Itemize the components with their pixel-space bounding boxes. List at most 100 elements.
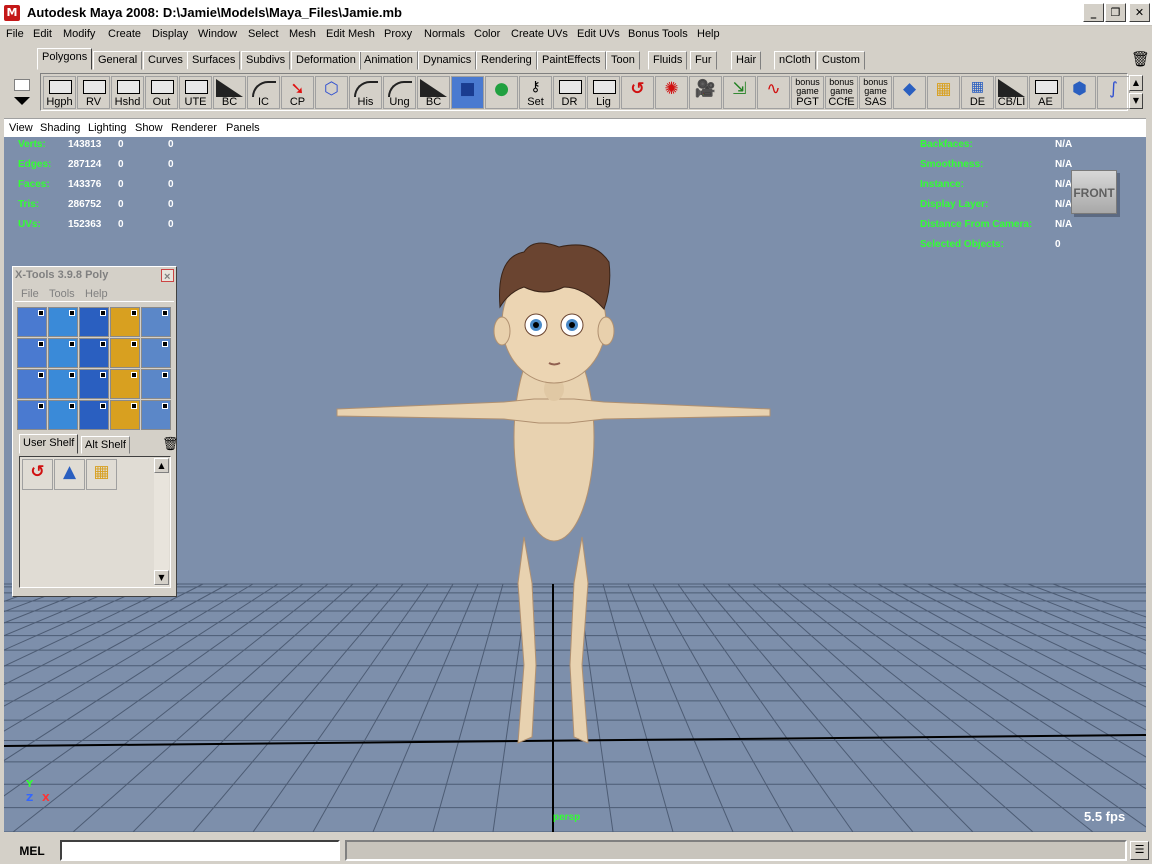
xtools-tool-button[interactable] xyxy=(17,400,47,430)
menu-bonus-tools[interactable]: Bonus Tools xyxy=(628,28,688,40)
tab-fur[interactable]: Fur xyxy=(690,51,717,70)
shelf-button-ic[interactable]: IC xyxy=(247,76,280,109)
menu-select[interactable]: Select xyxy=(248,28,279,40)
shelf-button-bc[interactable]: BC xyxy=(213,76,246,109)
menu-edit-mesh[interactable]: Edit Mesh xyxy=(326,28,375,40)
shelf-button-ute[interactable]: UTE xyxy=(179,76,212,109)
shelf-scroll-up-icon[interactable]: ▲ xyxy=(1129,75,1143,91)
tab-polygons[interactable]: Polygons xyxy=(37,48,93,70)
tab-dynamics[interactable]: Dynamics xyxy=(418,51,477,70)
mel-toggle-button[interactable]: MEL xyxy=(6,843,58,859)
xtools-menu-help[interactable]: Help xyxy=(85,288,108,300)
menu-create-uvs[interactable]: Create UVs xyxy=(511,28,568,40)
xtools-tool-button[interactable] xyxy=(48,307,78,337)
shelf-button-dr[interactable]: DR xyxy=(553,76,586,109)
xtools-tool-button[interactable] xyxy=(110,307,140,337)
xtools-tool-button[interactable] xyxy=(48,400,78,430)
shelf-button-blue-box[interactable]: ■ xyxy=(451,76,484,109)
xtools-tool-button[interactable] xyxy=(48,338,78,368)
shelf-button-splash[interactable]: ✺ xyxy=(655,76,688,109)
scroll-up-icon[interactable]: ▲ xyxy=(154,458,169,473)
menu-mesh[interactable]: Mesh xyxy=(289,28,316,40)
menu-create[interactable]: Create xyxy=(108,28,141,40)
script-editor-button[interactable]: ☰ xyxy=(1130,841,1149,860)
menu-proxy[interactable]: Proxy xyxy=(384,28,412,40)
tab-subdivs[interactable]: Subdivs xyxy=(241,51,291,70)
xtools-menu-tools[interactable]: Tools xyxy=(49,288,75,300)
shelf-button-sas[interactable]: bonus game SAS xyxy=(859,76,892,109)
shelf-button-axes[interactable]: ⇲ xyxy=(723,76,756,109)
shelf-button-de[interactable]: ▦ DE xyxy=(961,76,994,109)
xtools-tool-button[interactable] xyxy=(141,369,171,399)
close-button[interactable]: ✕ xyxy=(1129,3,1150,22)
panel-menu-shading[interactable]: Shading xyxy=(40,122,80,134)
panel-menu-renderer[interactable]: Renderer xyxy=(171,122,217,134)
xtools-tool-button[interactable] xyxy=(79,369,109,399)
tab-toon[interactable]: Toon xyxy=(606,51,640,70)
tab-animation[interactable]: Animation xyxy=(359,51,418,70)
xtools-tool-button[interactable] xyxy=(79,400,109,430)
xtools-tool-button[interactable] xyxy=(79,338,109,368)
menu-color[interactable]: Color xyxy=(474,28,500,40)
scroll-down-icon[interactable]: ▼ xyxy=(154,570,169,585)
shelf-button-ae[interactable]: AE xyxy=(1029,76,1062,109)
tab-hair[interactable]: Hair xyxy=(731,51,762,70)
shelf-button-out[interactable]: Out xyxy=(145,76,178,109)
xtools-tool-button[interactable] xyxy=(17,369,47,399)
xtools-tool-button[interactable] xyxy=(17,307,47,337)
shelf-button-select-curve[interactable]: ∫ xyxy=(1097,76,1130,109)
xtools-tool-button[interactable] xyxy=(110,369,140,399)
view-cube-front[interactable]: FRONT xyxy=(1071,170,1117,214)
shelf-button-undo[interactable]: ↺ xyxy=(621,76,654,109)
xtools-tool-button[interactable] xyxy=(17,338,47,368)
shelf-button-lig[interactable]: Lig xyxy=(587,76,620,109)
shelf-menu-arrow-icon[interactable] xyxy=(14,97,30,105)
shelf-button-ccfe[interactable]: bonus game CCfE xyxy=(825,76,858,109)
shelf-button-spheres[interactable]: ● xyxy=(485,76,518,109)
tab-fluids[interactable]: Fluids xyxy=(648,51,688,70)
xtools-tab-user-shelf[interactable]: User Shelf xyxy=(19,434,79,454)
xtools-tool-button[interactable] xyxy=(141,400,171,430)
tab-deformation[interactable]: Deformation xyxy=(291,51,361,70)
shelf-scroll[interactable]: ▲ ▼ xyxy=(1129,75,1143,109)
mel-command-input[interactable] xyxy=(60,840,340,861)
user-shelf-cone[interactable]: ▲ xyxy=(54,459,85,490)
xtools-tool-button[interactable] xyxy=(79,307,109,337)
shelf-button-blue-plane[interactable]: ◆ xyxy=(893,76,926,109)
menu-help[interactable]: Help xyxy=(697,28,720,40)
shelf-button-his[interactable]: His xyxy=(349,76,382,109)
shelf-button-wire-cube[interactable]: ⬡ xyxy=(315,76,348,109)
menu-edit-uvs[interactable]: Edit UVs xyxy=(577,28,620,40)
xtools-title-bar[interactable]: X-Tools 3.9.8 Poly × xyxy=(13,267,176,285)
xtools-shelf-scroll[interactable]: ▲ ▼ xyxy=(154,458,169,586)
shelf-tab-toggle[interactable] xyxy=(14,79,30,91)
tab-custom[interactable]: Custom xyxy=(817,51,865,70)
menu-normals[interactable]: Normals xyxy=(424,28,465,40)
xtools-menu-file[interactable]: File xyxy=(21,288,39,300)
shelf-button-hgph[interactable]: Hgph xyxy=(43,76,76,109)
minimize-button[interactable]: _ xyxy=(1083,3,1104,22)
shelf-button-set-key[interactable]: ⚷ Set xyxy=(519,76,552,109)
shelf-button-pgt[interactable]: bonus game PGT xyxy=(791,76,824,109)
shelf-button-red-curve[interactable]: ∿ xyxy=(757,76,790,109)
xtools-close-button[interactable]: × xyxy=(161,269,174,283)
menu-modify[interactable]: Modify xyxy=(63,28,95,40)
tab-ncloth[interactable]: nCloth xyxy=(774,51,816,70)
user-shelf-undo[interactable]: ↺ xyxy=(22,459,53,490)
menu-edit[interactable]: Edit xyxy=(33,28,52,40)
menu-file[interactable]: File xyxy=(6,28,24,40)
xtools-tool-button[interactable] xyxy=(141,338,171,368)
shelf-button-cylinder[interactable]: ⬢ xyxy=(1063,76,1096,109)
tab-rendering[interactable]: Rendering xyxy=(476,51,537,70)
panel-menu-show[interactable]: Show xyxy=(135,122,163,134)
shelf-button-uv-grid[interactable]: ▦ xyxy=(927,76,960,109)
tab-surfaces[interactable]: Surfaces xyxy=(187,51,241,70)
panel-menu-lighting[interactable]: Lighting xyxy=(88,122,127,134)
shelf-button-hshd[interactable]: Hshd xyxy=(111,76,144,109)
shelf-button-ung[interactable]: Ung xyxy=(383,76,416,109)
tab-curves[interactable]: Curves xyxy=(143,51,188,70)
shelf-button-rv[interactable]: RV xyxy=(77,76,110,109)
trash-icon[interactable]: 🗑 xyxy=(1131,50,1150,68)
xtools-tool-button[interactable] xyxy=(48,369,78,399)
xtools-tab-alt-shelf[interactable]: Alt Shelf xyxy=(81,436,130,454)
